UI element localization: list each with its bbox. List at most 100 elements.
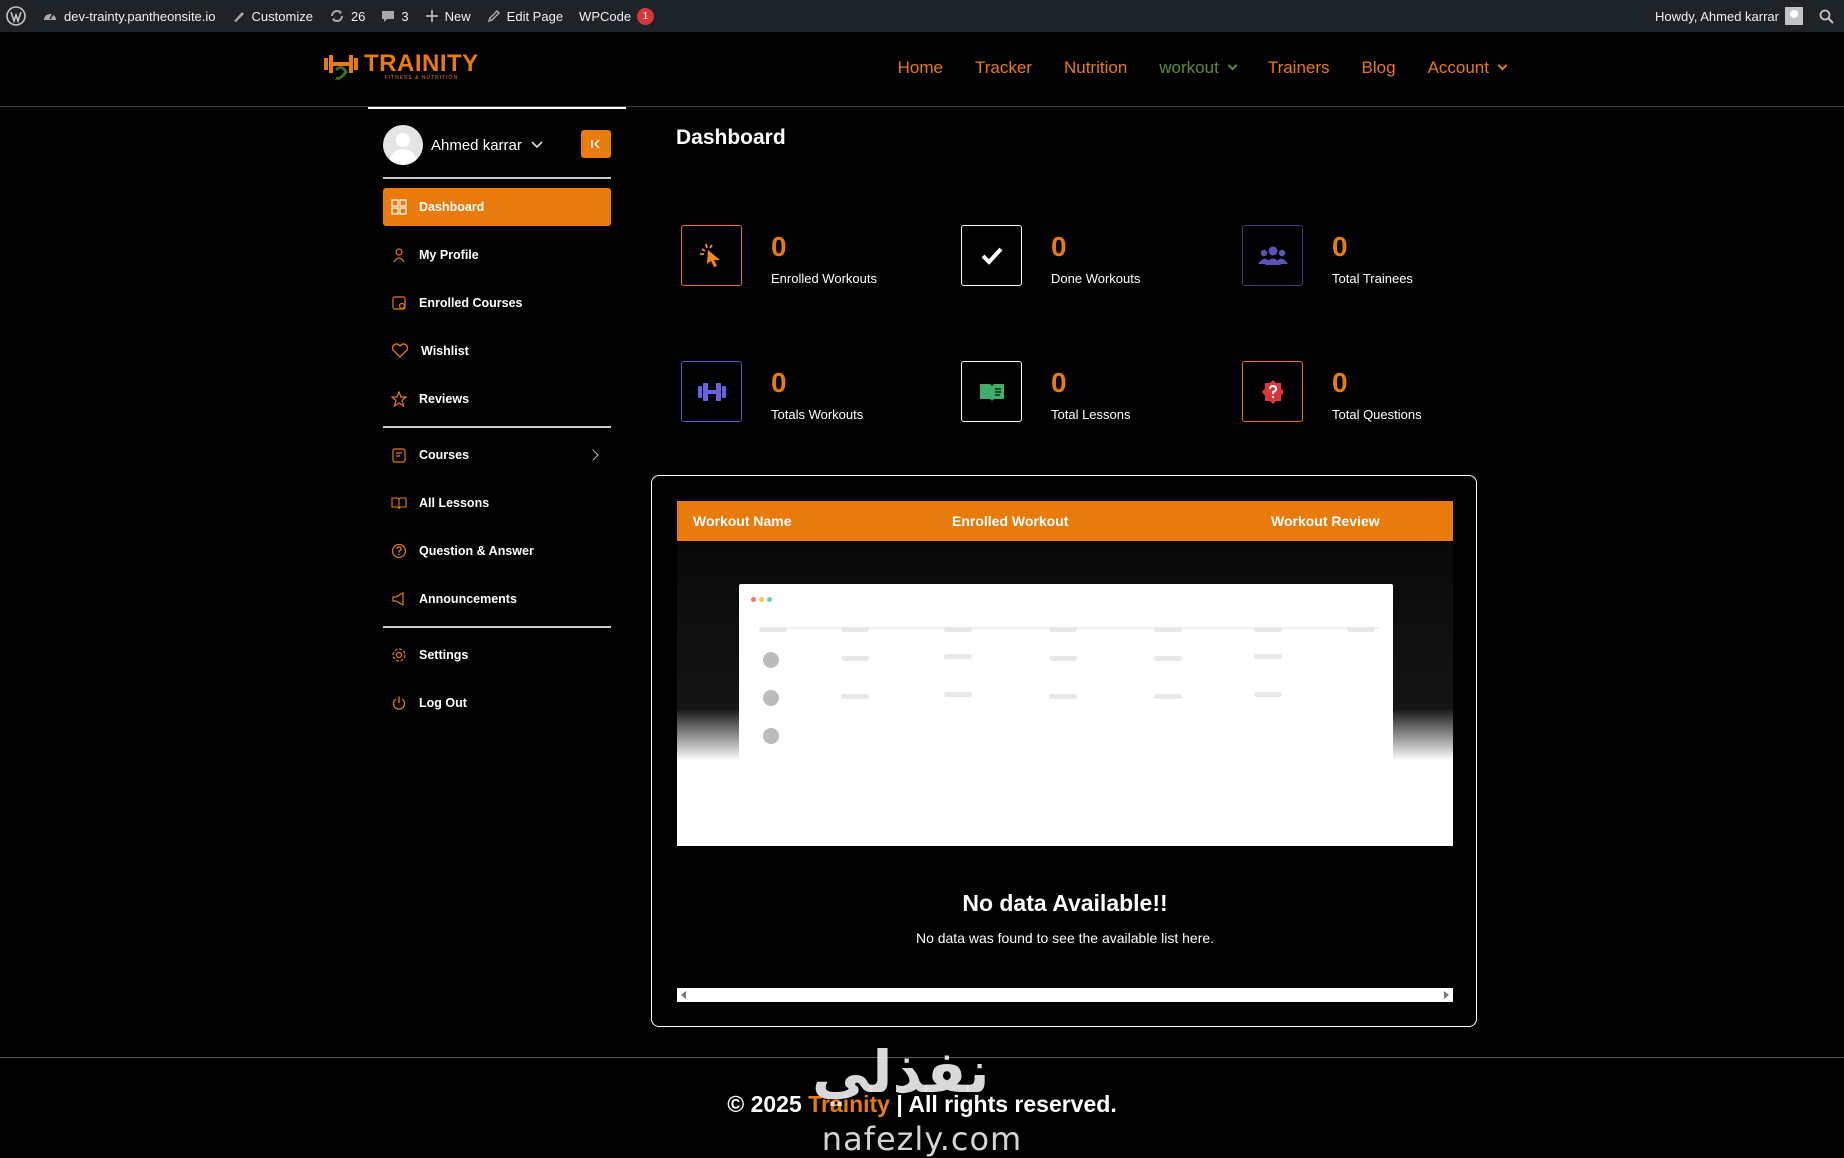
wpcode-link[interactable]: WPCode 1 (571, 0, 662, 32)
avatar (383, 125, 423, 165)
site-name-link[interactable]: dev-trainty.pantheonsite.io (34, 0, 224, 32)
dashboard-gauge-icon (44, 13, 56, 20)
sidebar-item-enrolled-courses[interactable]: Enrolled Courses (383, 284, 611, 322)
sidebar-item-reviews[interactable]: Reviews (383, 380, 611, 418)
comments-count: 3 (401, 8, 409, 24)
stat-card-total-lessons: 0 Total Lessons (961, 361, 1221, 423)
sidebar-item-all-lessons[interactable]: All Lessons (383, 484, 611, 522)
stat-icon-box (1242, 225, 1303, 286)
sidebar-item-dashboard[interactable]: Dashboard (383, 188, 611, 226)
collapse-left-icon (591, 139, 600, 149)
wordpress-logo-button[interactable] (0, 0, 34, 32)
collapse-sidebar-button[interactable] (581, 130, 611, 158)
sidebar-item-question-answer[interactable]: Question & Answer (383, 532, 611, 570)
sidebar-item-label: Question & Answer (419, 544, 534, 558)
sidebar-divider (383, 626, 611, 628)
sidebar-item-my-profile[interactable]: My Profile (383, 236, 611, 274)
stat-card-done-workouts: 0 Done Workouts (961, 225, 1221, 287)
sidebar-divider (383, 177, 611, 179)
stat-icon-box (681, 361, 742, 422)
sidebar-item-label: Settings (419, 648, 469, 662)
updates-count: 26 (350, 8, 366, 24)
sidebar-item-settings[interactable]: Settings (383, 636, 611, 674)
column-workout-review: Workout Review (1271, 513, 1380, 529)
sidebar-item-label: My Profile (419, 248, 479, 262)
book-open-icon (979, 383, 1004, 402)
empty-state-title: No data Available!! (962, 890, 1168, 916)
stat-card-total-trainees: 0 Total Trainees (1242, 225, 1502, 287)
adminbar-avatar (1785, 7, 1803, 25)
stat-label: Enrolled Workouts (771, 271, 877, 286)
dumbbell-logo-icon (324, 55, 358, 80)
sidebar-item-announcements[interactable]: Announcements (383, 580, 611, 618)
chevron-right-icon (587, 449, 599, 461)
stat-icon-box (961, 225, 1022, 286)
nav-home-label: Home (897, 58, 943, 77)
sidebar-item-label: Reviews (419, 392, 470, 406)
sidebar-top-divider (368, 107, 626, 109)
sidebar-item-label: Log Out (419, 696, 467, 710)
nav-account[interactable]: Account (1428, 58, 1508, 78)
sidebar-item-courses[interactable]: Courses (383, 436, 611, 474)
watermark-domain: nafezly.com (821, 1120, 1023, 1158)
empty-state-illustration (677, 541, 1453, 846)
horizontal-scrollbar[interactable] (677, 988, 1453, 1002)
stat-label: Done Workouts (1051, 271, 1141, 286)
workouts-table-card: Workout Name Enrolled Workout Workout Re… (651, 475, 1477, 1027)
question-icon (391, 543, 407, 559)
nav-workout[interactable]: workout (1159, 58, 1238, 78)
nav-trainers[interactable]: Trainers (1268, 58, 1330, 78)
user-profile-dropdown[interactable]: Ahmed karrar (383, 125, 544, 165)
question-badge-icon (1261, 379, 1284, 404)
site-header: TRAINITY FITNESS & NUTRITION Home Tracke… (0, 32, 1844, 107)
pencil-icon (487, 9, 500, 23)
customize-label: Customize (251, 8, 313, 24)
user-icon (393, 248, 405, 263)
nav-nutrition[interactable]: Nutrition (1064, 58, 1127, 78)
adminbar-search-button[interactable] (1811, 0, 1844, 32)
column-workout-name: Workout Name (693, 513, 792, 529)
column-enrolled-workout: Enrolled Workout (952, 513, 1069, 529)
nav-tracker[interactable]: Tracker (975, 58, 1032, 78)
stat-value: 0 (1332, 231, 1348, 262)
stat-icon-box (681, 225, 742, 286)
customize-link[interactable]: Customize (224, 0, 321, 32)
updates-link[interactable]: 26 (321, 0, 373, 32)
nav-workout-label: workout (1159, 58, 1219, 77)
edit-page-link[interactable]: Edit Page (479, 0, 571, 32)
nav-nutrition-label: Nutrition (1063, 58, 1128, 77)
stat-value: 0 (771, 231, 787, 262)
comment-icon (382, 11, 395, 22)
refresh-icon (330, 10, 343, 22)
power-icon (392, 696, 406, 710)
nav-home[interactable]: Home (898, 58, 943, 78)
stat-value: 0 (1332, 367, 1348, 398)
site-logo[interactable]: TRAINITY FITNESS & NUTRITION (322, 50, 479, 84)
empty-state-message: No data was found to see the available l… (915, 930, 1215, 946)
site-name: dev-trainty.pantheonsite.io (64, 8, 216, 24)
megaphone-icon (392, 591, 404, 607)
comments-link[interactable]: 3 (373, 0, 416, 32)
check-icon (981, 247, 1002, 265)
scroll-left-arrow-icon[interactable] (681, 991, 686, 999)
table-header: Workout Name Enrolled Workout Workout Re… (677, 501, 1453, 541)
new-content-link[interactable]: New (417, 0, 479, 32)
my-account-link[interactable]: Howdy, Ahmed karrar (1647, 0, 1811, 32)
scroll-right-arrow-icon[interactable] (1444, 991, 1449, 999)
wordpress-icon (6, 6, 26, 26)
sidebar-divider (383, 426, 611, 428)
star-icon (391, 391, 407, 407)
nav-trainers-label: Trainers (1267, 58, 1330, 77)
wpcode-label: WPCode (579, 8, 632, 24)
wp-admin-bar: dev-trainty.pantheonsite.io Customize 26… (0, 0, 1844, 32)
sidebar-item-log-out[interactable]: Log Out (383, 684, 611, 722)
page-title: Dashboard (676, 126, 786, 149)
course-icon (392, 296, 406, 310)
nav-blog[interactable]: Blog (1362, 58, 1396, 78)
dumbbell-icon (697, 382, 726, 401)
grid-icon (391, 199, 407, 215)
edit-page-label: Edit Page (506, 8, 564, 24)
stat-card-total-questions: 0 Total Questions (1242, 361, 1502, 423)
sidebar-item-wishlist[interactable]: Wishlist (383, 332, 611, 370)
sidebar-item-label: Dashboard (419, 200, 485, 214)
